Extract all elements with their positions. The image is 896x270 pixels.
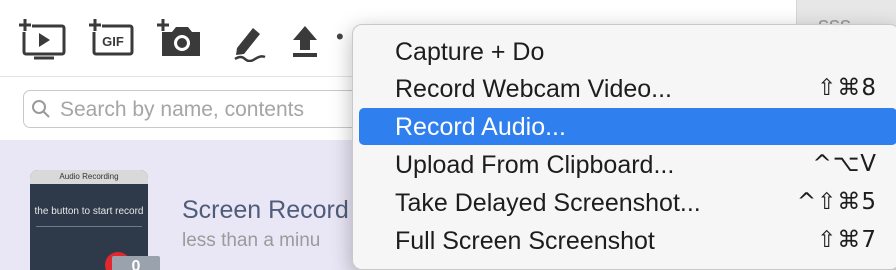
annotate-button[interactable] — [224, 18, 274, 62]
menu-item-full-screen-screenshot[interactable]: Full Screen Screenshot ⇧⌘7 — [359, 222, 896, 259]
menu-item-delayed-screenshot[interactable]: Take Delayed Screenshot... ^⇧⌘5 — [359, 184, 896, 221]
app-root: sss GIF — [0, 0, 896, 270]
add-screen-recording-icon — [18, 18, 66, 60]
menu-item-label: Full Screen Screenshot — [395, 227, 655, 255]
upload-button[interactable] — [280, 18, 330, 62]
new-capture-menu: Capture + Do Record Webcam Video... ⇧⌘8 … — [352, 24, 896, 270]
recording-thumbnail[interactable]: Audio Recording the button to start reco… — [30, 170, 148, 270]
menu-item-record-webcam[interactable]: Record Webcam Video... ⇧⌘8 — [359, 70, 896, 107]
new-screen-recording-button[interactable] — [18, 18, 68, 62]
menu-item-capture-do[interactable]: Capture + Do — [359, 33, 896, 70]
menu-item-upload-clipboard[interactable]: Upload From Clipboard... ^⌥V — [359, 146, 896, 183]
count-badge: 0 — [112, 256, 160, 270]
menu-item-label: Record Audio... — [395, 113, 566, 141]
search-icon — [32, 100, 50, 118]
thumbnail-divider — [36, 226, 142, 227]
menu-item-record-audio[interactable]: Record Audio... — [359, 108, 896, 145]
upload-icon — [293, 26, 317, 57]
add-gif-icon: GIF — [88, 18, 134, 56]
menu-item-shortcut: ^⇧⌘5 — [796, 189, 877, 215]
thumbnail-title: Audio Recording — [30, 170, 148, 184]
more-options-button[interactable]: • — [336, 26, 344, 48]
menu-item-label: Capture + Do — [395, 38, 545, 66]
add-screenshot-icon — [156, 18, 200, 56]
menu-item-label: Record Webcam Video... — [395, 75, 672, 103]
search-input[interactable] — [58, 95, 382, 125]
menu-item-shortcut: ^⌥V — [812, 151, 877, 177]
new-screenshot-button[interactable] — [156, 18, 206, 62]
menu-item-shortcut: ⇧⌘7 — [817, 227, 877, 253]
menu-item-label: Upload From Clipboard... — [395, 151, 675, 179]
annotate-pen-icon — [234, 28, 266, 62]
gif-label: GIF — [102, 34, 124, 49]
recording-title[interactable]: Screen Record — [182, 196, 349, 225]
thumbnail-text: the button to start record — [34, 206, 144, 217]
search-field[interactable] — [23, 90, 383, 128]
new-gif-button[interactable]: GIF — [88, 18, 138, 62]
menu-item-label: Take Delayed Screenshot... — [395, 189, 701, 217]
recording-subtitle: less than a minu — [182, 230, 321, 251]
menu-item-shortcut: ⇧⌘8 — [817, 75, 877, 101]
